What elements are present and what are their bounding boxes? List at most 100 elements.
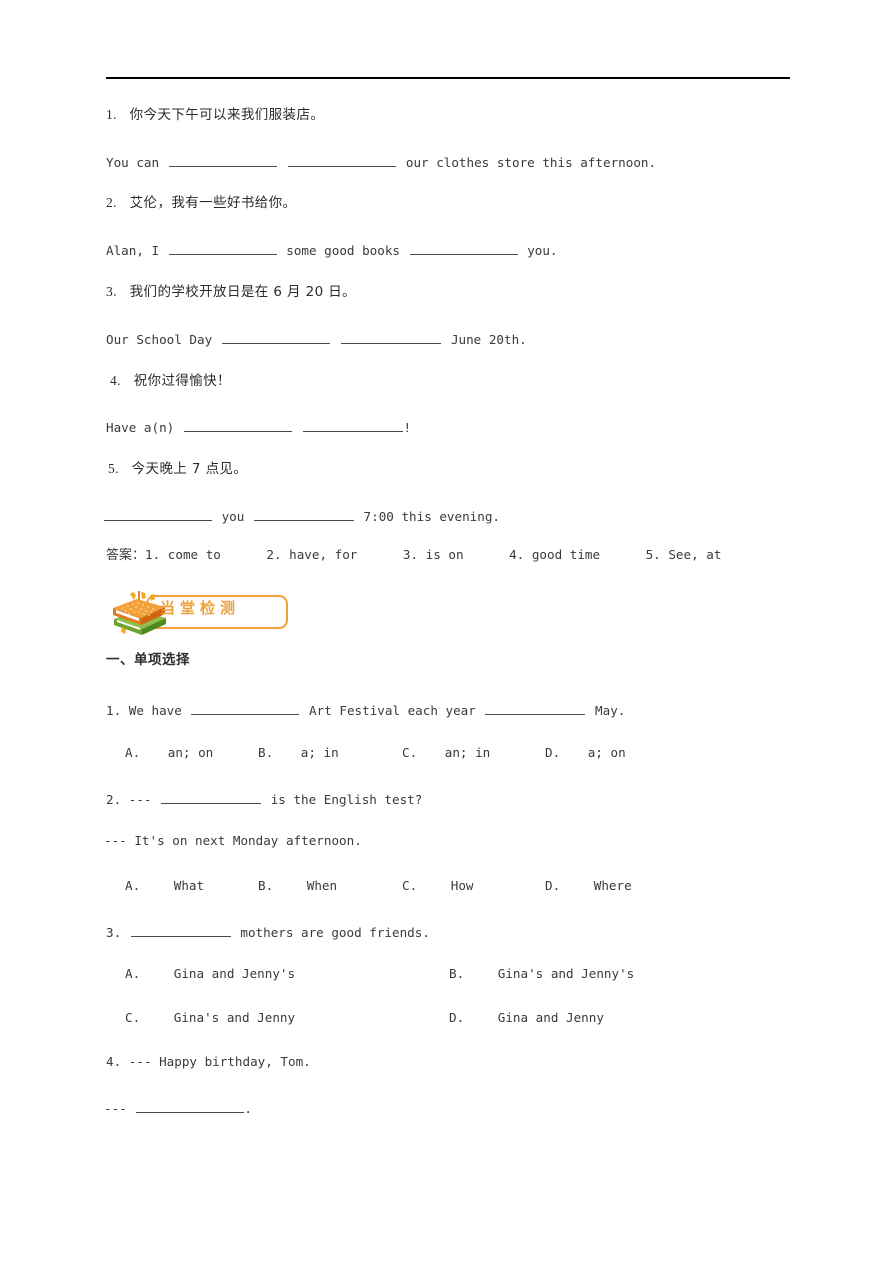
answer-blank[interactable] bbox=[409, 242, 518, 255]
translation-item-1-english: You can our clothes store this afternoon… bbox=[106, 154, 656, 170]
option-text: Where bbox=[593, 878, 632, 893]
answer-blank[interactable] bbox=[485, 702, 586, 715]
mc-question-3-option-b[interactable]: B. Gina's and Jenny's bbox=[449, 966, 635, 981]
translation-item-5-english: you 7:00 this evening. bbox=[104, 508, 500, 524]
q4-pre: --- Happy birthday, Tom. bbox=[128, 1054, 311, 1069]
option-label: A. bbox=[125, 966, 141, 981]
mc-question-1-option-a[interactable]: A. an; on bbox=[125, 745, 213, 760]
q3-number: 3. bbox=[106, 924, 122, 940]
answer-blank[interactable] bbox=[183, 419, 292, 432]
translation-item-2-english: Alan, I some good books you. bbox=[106, 242, 558, 258]
answer-blank[interactable] bbox=[130, 924, 231, 937]
mc-question-2-dialog-reply: --- It's on next Monday afternoon. bbox=[104, 833, 362, 848]
top-divider-rule bbox=[106, 77, 790, 79]
option-text: Gina and Jenny's bbox=[173, 966, 296, 981]
item-5-post: 7:00 this evening. bbox=[363, 508, 501, 524]
translation-item-3-chinese: 3. 我们的学校开放日是在 6 月 20 日。 bbox=[106, 285, 356, 300]
item-3-pre: Our School Day bbox=[106, 331, 213, 347]
answer-blank[interactable] bbox=[253, 508, 354, 521]
section-heading-multiple-choice: 一、单项选择 bbox=[106, 652, 190, 668]
mc-question-4-stem: 4. --- Happy birthday, Tom. bbox=[106, 1054, 311, 1069]
answer-blank[interactable] bbox=[221, 331, 330, 344]
item-4-pre: Have a(n) bbox=[106, 419, 175, 435]
answer-blank[interactable] bbox=[288, 154, 397, 167]
item-2-pre: Alan, I bbox=[106, 242, 160, 258]
option-text: Gina's and Jenny's bbox=[497, 966, 635, 981]
mc-question-2-option-c[interactable]: C. How bbox=[402, 878, 474, 893]
item-2-chinese-text: 艾伦，我有一些好书给你。 bbox=[129, 195, 297, 211]
answer-blank[interactable] bbox=[341, 331, 442, 344]
option-text: What bbox=[173, 878, 205, 893]
q1-number: 1. bbox=[106, 702, 122, 718]
mc-question-1-option-d[interactable]: D. a; on bbox=[545, 745, 626, 760]
option-label: D. bbox=[449, 1010, 465, 1025]
mc-question-1-option-c[interactable]: C. an; in bbox=[402, 745, 491, 760]
banner-label: 当堂检测 bbox=[160, 599, 241, 617]
translation-item-1-chinese: 1. 你今天下午可以来我们服装店。 bbox=[106, 108, 324, 123]
item-3-post: June 20th. bbox=[450, 331, 527, 347]
item-3-chinese-text: 我们的学校开放日是在 6 月 20 日。 bbox=[129, 284, 357, 300]
option-label: B. bbox=[258, 745, 274, 760]
q1-pre: We have bbox=[128, 702, 182, 718]
answer-3: 3. is on bbox=[402, 547, 464, 562]
item-1-pre: You can bbox=[106, 154, 160, 170]
answer-2: 2. have, for bbox=[266, 547, 358, 562]
q4-number: 4. bbox=[106, 1054, 122, 1069]
answer-5: 5. See, at bbox=[645, 547, 722, 562]
answer-blank[interactable] bbox=[168, 242, 277, 255]
answer-blank[interactable] bbox=[168, 154, 277, 167]
mc-question-2-option-b[interactable]: B. When bbox=[258, 878, 338, 893]
answer-blank[interactable] bbox=[104, 508, 212, 521]
answer-blank[interactable] bbox=[191, 702, 300, 715]
option-label: D. bbox=[545, 878, 561, 893]
answer-blank[interactable] bbox=[161, 791, 262, 804]
mc-question-2-option-d[interactable]: D. Where bbox=[545, 878, 632, 893]
option-label: A. bbox=[125, 745, 141, 760]
item-2-mid: some good books bbox=[286, 242, 400, 258]
mc-question-1-stem: 1. We have Art Festival each year May. bbox=[106, 702, 625, 718]
translation-item-3-english: Our School Day June 20th. bbox=[106, 331, 527, 347]
mc-question-3-option-c[interactable]: C. Gina's and Jenny bbox=[125, 1010, 296, 1025]
mc-question-3-option-a[interactable]: A. Gina and Jenny's bbox=[125, 966, 296, 981]
item-4-chinese-text: 祝你过得愉快！ bbox=[133, 373, 231, 389]
translation-item-2-chinese: 2. 艾伦，我有一些好书给你。 bbox=[106, 196, 296, 211]
section-banner: 当堂检测 bbox=[108, 591, 290, 635]
translation-item-5-chinese: 5. 今天晚上 7 点见。 bbox=[108, 462, 247, 477]
option-label: D. bbox=[545, 745, 561, 760]
q1-post: May. bbox=[595, 702, 626, 718]
answer-blank[interactable] bbox=[303, 419, 404, 432]
option-label: C. bbox=[125, 1010, 141, 1025]
q1-mid: Art Festival each year bbox=[309, 702, 476, 718]
answer-1: 1. come to bbox=[145, 547, 221, 562]
worksheet-page: 1. 你今天下午可以来我们服装店。 You can our clothes st… bbox=[0, 0, 892, 1262]
translation-item-4-english: Have a(n) ! bbox=[106, 419, 411, 435]
option-text: Gina's and Jenny bbox=[173, 1010, 296, 1025]
mc-question-2-option-a[interactable]: A. What bbox=[125, 878, 205, 893]
mc-question-4-answer-line: --- . bbox=[104, 1100, 252, 1116]
item-1-post: our clothes store this afternoon. bbox=[405, 154, 657, 170]
item-4-post: ! bbox=[403, 419, 412, 435]
answer-4: 4. good time bbox=[509, 547, 601, 562]
mc-question-3-option-d[interactable]: D. Gina and Jenny bbox=[449, 1010, 604, 1025]
option-label: B. bbox=[258, 878, 274, 893]
option-text: an; in bbox=[444, 745, 491, 760]
option-text: When bbox=[306, 878, 338, 893]
answer-blank[interactable] bbox=[136, 1100, 245, 1113]
option-label: B. bbox=[449, 966, 465, 981]
q2-post: is the English test? bbox=[270, 791, 423, 807]
item-2-post: you. bbox=[527, 242, 558, 258]
answers-label: 答案： bbox=[106, 548, 146, 563]
option-label: A. bbox=[125, 878, 141, 893]
item-5-chinese-text: 今天晚上 7 点见。 bbox=[131, 461, 248, 477]
translation-item-4-chinese: 4. 祝你过得愉快！ bbox=[110, 374, 231, 389]
item-4-number: 4. bbox=[110, 373, 121, 388]
option-label: C. bbox=[402, 745, 418, 760]
item-3-number: 3. bbox=[106, 284, 117, 299]
option-text: How bbox=[450, 878, 474, 893]
option-label: C. bbox=[402, 878, 418, 893]
item-5-mid: you bbox=[221, 508, 245, 524]
q2-pre: --- bbox=[128, 791, 152, 807]
mc-question-1-option-b[interactable]: B. a; in bbox=[258, 745, 339, 760]
q4-period: . bbox=[244, 1100, 252, 1116]
mc-question-2-stem: 2. --- is the English test? bbox=[106, 791, 422, 807]
